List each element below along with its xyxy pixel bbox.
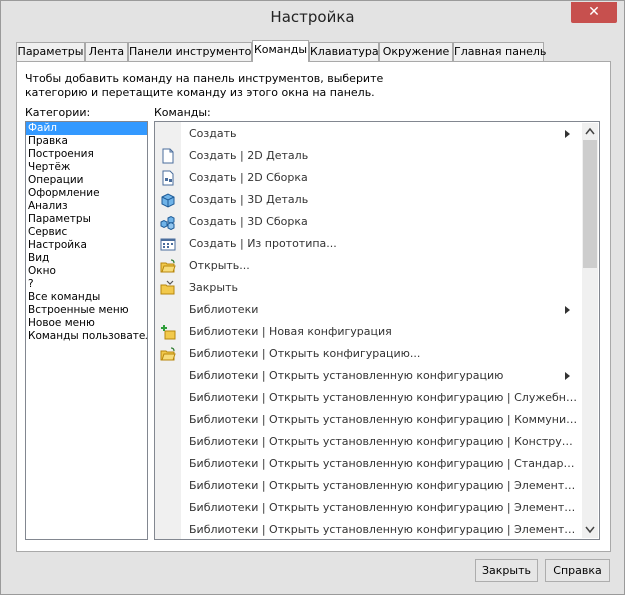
commands-tab-panel: Чтобы добавить команду на панель инструм… (16, 61, 611, 552)
instructions-line-2: категорию и перетащите команду из этого … (25, 86, 375, 99)
command-item[interactable]: Библиотеки | Открыть установленную конфи… (155, 519, 580, 539)
command-item[interactable]: Библиотеки | Открыть установленную конфи… (155, 365, 580, 387)
category-item[interactable]: Оформление (26, 187, 147, 200)
instructions-text: Чтобы добавить команду на панель инструм… (25, 72, 425, 100)
command-item[interactable]: Библиотеки | Открыть установленную конфи… (155, 453, 580, 475)
command-item[interactable]: Библиотеки | Открыть установленную конфи… (155, 431, 580, 453)
command-label: Открыть... (189, 259, 250, 272)
document-icon (160, 148, 176, 164)
command-item[interactable]: Библиотеки | Открыть конфигурацию... (155, 343, 580, 365)
category-item[interactable]: Чертёж (26, 161, 147, 174)
command-label: Создать | 2D Деталь (189, 149, 309, 162)
command-label: Библиотеки | Открыть установленную конфи… (189, 457, 579, 470)
tab-parameters[interactable]: Параметры (16, 42, 85, 61)
prototype-icon (160, 236, 176, 252)
cube-icon (160, 192, 176, 208)
categories-label: Категории: (25, 106, 91, 119)
category-item[interactable]: Новое меню (26, 317, 147, 330)
command-label: Создать | 3D Сборка (189, 215, 308, 228)
commands-list[interactable]: Создать Создать | 2D Деталь Создать | 2D С… (154, 121, 600, 540)
vertical-scrollbar[interactable] (582, 123, 598, 538)
submenu-arrow-icon (565, 130, 570, 138)
command-item[interactable]: Библиотеки | Открыть установленную конфи… (155, 387, 580, 409)
tab-main-panel[interactable]: Главная панель (453, 42, 546, 61)
tab-ribbon[interactable]: Лента (85, 42, 128, 61)
categories-list[interactable]: Файл Правка Построения Чертёж Операции Оформл… (25, 121, 148, 540)
tab-toolbars[interactable]: Панели инструментов (128, 42, 258, 61)
tab-commands[interactable]: Команды (252, 40, 309, 62)
window-title: Настройка (270, 8, 355, 26)
command-item[interactable]: Библиотеки | Новая конфигурация (155, 321, 580, 343)
cubes-icon (160, 214, 176, 231)
command-item[interactable]: Библиотеки | Открыть установленную конфи… (155, 475, 580, 497)
title-bar[interactable]: Настройка ✕ (1, 1, 624, 33)
customize-dialog: Настройка ✕ Параметры Лента Панели инстр… (0, 0, 625, 595)
tab-environment[interactable]: Окружение (379, 42, 453, 61)
chevron-up-icon (585, 127, 595, 135)
command-label: Библиотеки | Открыть установленную конфи… (189, 523, 579, 536)
chevron-down-icon (585, 526, 595, 534)
submenu-arrow-icon (565, 372, 570, 380)
scroll-thumb[interactable] (583, 140, 597, 268)
instructions-line-1: Чтобы добавить команду на панель инструм… (25, 72, 384, 85)
category-item[interactable]: Анализ (26, 200, 147, 213)
command-label: Создать | 2D Сборка (189, 171, 308, 184)
command-item[interactable]: Создать | Из прототипа... (155, 233, 580, 255)
category-item[interactable]: Операции (26, 174, 147, 187)
command-item[interactable]: Создать | 2D Деталь (155, 145, 580, 167)
category-item[interactable]: Окно (26, 265, 147, 278)
command-label: Создать | Из прототипа... (189, 237, 337, 250)
commands-label: Команды: (154, 106, 211, 119)
new-config-icon (160, 324, 176, 340)
command-item[interactable]: Создать | 3D Деталь (155, 189, 580, 211)
close-icon: ✕ (588, 4, 600, 20)
command-item[interactable]: Библиотеки | Открыть установленную конфи… (155, 409, 580, 431)
command-label: Библиотеки | Открыть установленную конфи… (189, 413, 579, 426)
command-item[interactable]: Библиотеки | Открыть установленную конфи… (155, 497, 580, 519)
command-item[interactable]: Открыть... (155, 255, 580, 277)
assembly-doc-icon (160, 170, 176, 186)
command-item[interactable]: Закрыть (155, 277, 580, 299)
category-item[interactable]: Вид (26, 252, 147, 265)
command-label: Библиотеки | Открыть установленную конфи… (189, 391, 579, 404)
submenu-arrow-icon (565, 306, 570, 314)
command-label: Закрыть (189, 281, 238, 294)
help-button[interactable]: Справка (545, 559, 610, 582)
command-label: Библиотеки | Открыть установленную конфи… (189, 479, 579, 492)
category-item[interactable]: Построения (26, 148, 147, 161)
category-item[interactable]: Сервис (26, 226, 147, 239)
category-item[interactable]: Все команды (26, 291, 147, 304)
command-item[interactable]: Создать | 2D Сборка (155, 167, 580, 189)
category-item[interactable]: Правка (26, 135, 147, 148)
command-item[interactable]: Библиотеки (155, 299, 580, 321)
command-label: Создать | 3D Деталь (189, 193, 309, 206)
command-item[interactable]: Создать (155, 123, 580, 145)
command-item[interactable]: Создать | 3D Сборка (155, 211, 580, 233)
close-folder-icon (160, 280, 176, 296)
scroll-up-button[interactable] (582, 123, 598, 140)
category-item[interactable]: Команды пользователя (26, 330, 147, 343)
command-label: Библиотеки (189, 303, 259, 316)
command-label: Библиотеки | Открыть установленную конфи… (189, 435, 579, 448)
scroll-down-button[interactable] (582, 521, 598, 538)
category-item[interactable]: Файл (26, 122, 147, 135)
open-folder-icon (160, 346, 176, 362)
category-item[interactable]: Параметры (26, 213, 147, 226)
category-item[interactable]: Встроенные меню (26, 304, 147, 317)
command-label: Библиотеки | Открыть установленную конфи… (189, 369, 504, 382)
command-label: Библиотеки | Новая конфигурация (189, 325, 392, 338)
category-item[interactable]: ? (26, 278, 147, 291)
window-close-button[interactable]: ✕ (571, 2, 617, 23)
command-label: Библиотеки | Открыть установленную конфи… (189, 501, 579, 514)
tab-keyboard[interactable]: Клавиатура (309, 42, 379, 61)
category-item[interactable]: Настройка (26, 239, 147, 252)
open-folder-icon (160, 258, 176, 274)
close-button[interactable]: Закрыть (475, 559, 538, 582)
command-label: Создать (189, 127, 237, 140)
command-label: Библиотеки | Открыть конфигурацию... (189, 347, 421, 360)
